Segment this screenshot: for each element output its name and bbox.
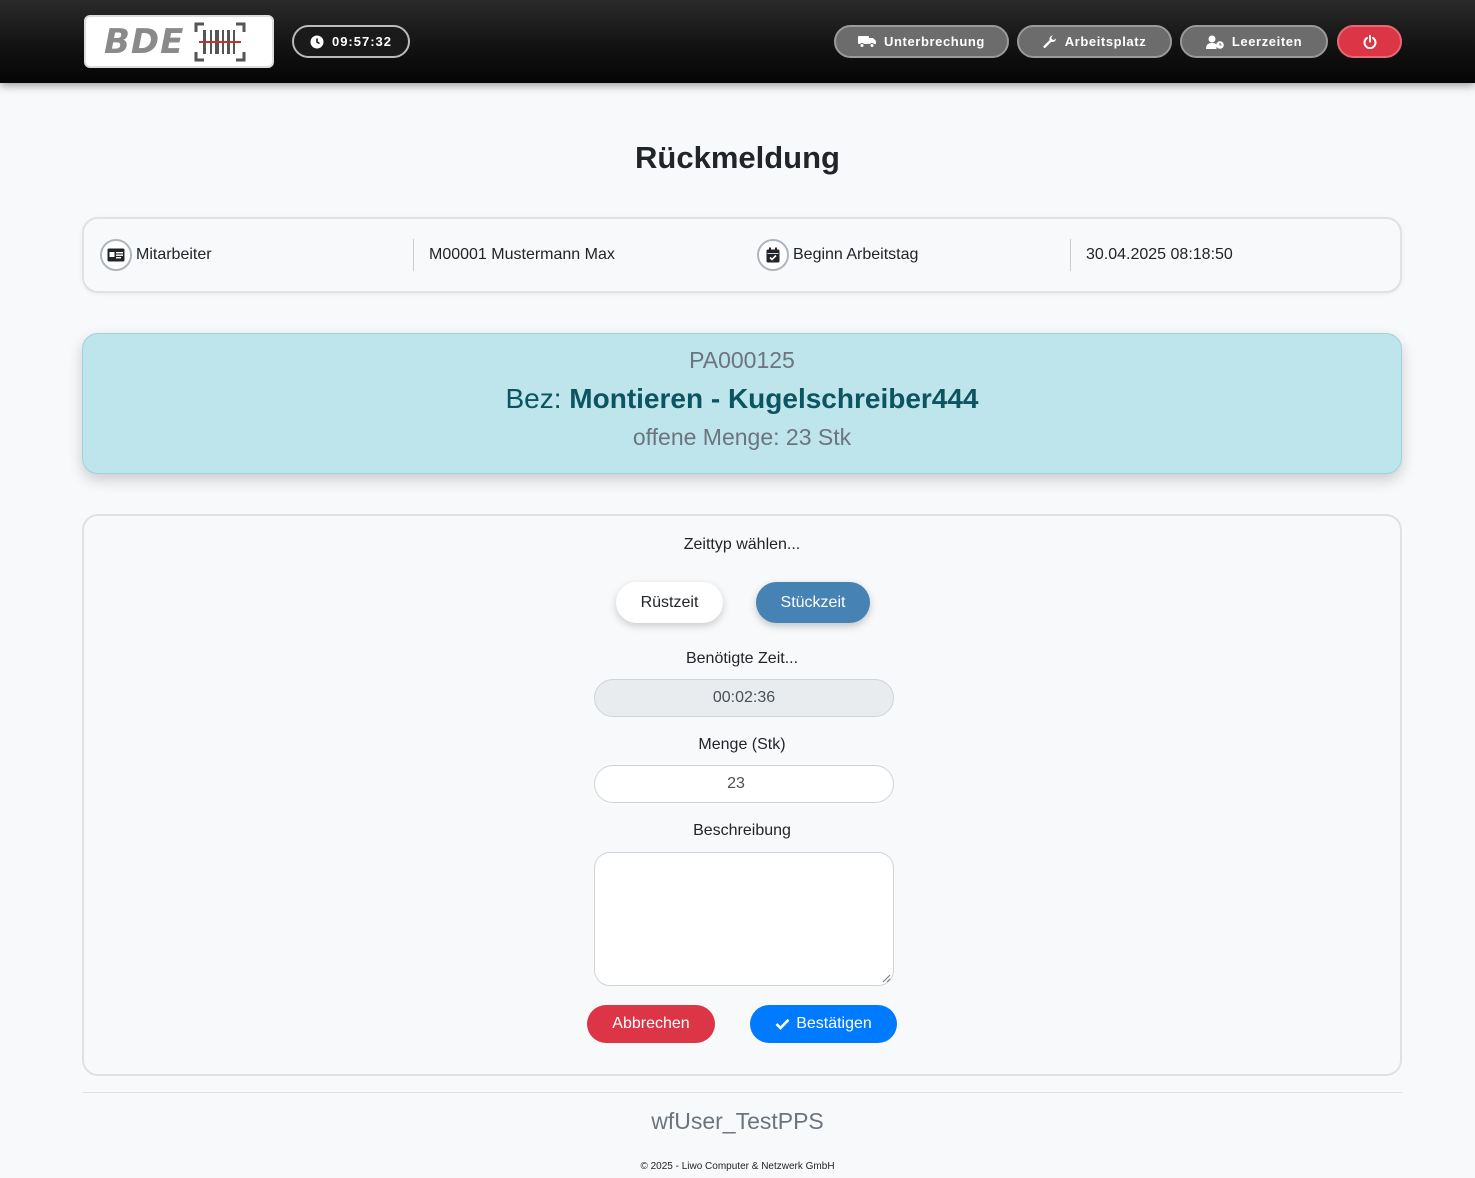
divider [413, 239, 414, 271]
confirm-label: Bestätigen [796, 1015, 872, 1032]
id-card-icon [100, 239, 132, 271]
interruption-button[interactable]: Unterbrechung [834, 25, 1009, 58]
calendar-check-icon [757, 239, 789, 271]
workplace-label: Arbeitsplatz [1064, 34, 1147, 49]
workday-label-cell: Beginn Arbeitstag [757, 219, 918, 291]
workday-value: 30.04.2025 08:18:50 [1086, 246, 1233, 263]
confirm-button[interactable]: Bestätigen [750, 1005, 897, 1043]
footer-copyright: © 2025 - Liwo Computer & Netzwerk GmbH [640, 1161, 835, 1172]
order-bez-value: Montieren - Kugelschreiber444 [569, 383, 979, 414]
clock-display: 09:57:32 [292, 25, 410, 58]
employee-label-cell: Mitarbeiter [100, 219, 212, 291]
required-time-label: Benötigte Zeit... [685, 650, 799, 667]
clock-icon [310, 35, 324, 48]
feedback-form: Zeittyp wählen... Rüstzeit Stückzeit Ben… [82, 514, 1402, 1076]
quantity-input[interactable]: 23 [594, 765, 894, 803]
employee-value: M00001 Mustermann Max [429, 246, 615, 263]
order-number: PA000125 [689, 347, 795, 373]
logout-button[interactable] [1337, 25, 1402, 58]
check-icon [775, 1018, 790, 1030]
divider [1070, 239, 1071, 271]
cancel-label: Abbrechen [612, 1015, 690, 1032]
order-card: PA000125 Bez: Montieren - Kugelschreiber… [82, 333, 1402, 474]
footer-user: wfUser_TestPPS [651, 1108, 824, 1134]
resize-handle-icon[interactable] [882, 974, 891, 983]
employee-label: Mitarbeiter [136, 246, 212, 263]
footer-divider [82, 1092, 1402, 1093]
description-label: Beschreibung [693, 822, 791, 839]
top-navbar: BDE 09:57:32 Unterbrechung Arbeitsplatz … [0, 0, 1475, 83]
employee-info-card: Mitarbeiter M00001 Mustermann Max Beginn… [82, 217, 1402, 293]
barcode-icon [194, 22, 246, 61]
bde-logo[interactable]: BDE [84, 15, 274, 68]
clock-time: 09:57:32 [331, 34, 393, 49]
truck-icon [858, 36, 876, 48]
quantity-label: Menge (Stk) [698, 736, 786, 753]
order-description: Bez: Montieren - Kugelschreiber444 [83, 383, 1401, 415]
power-icon [1363, 34, 1376, 49]
user-clock-icon [1205, 35, 1224, 49]
workday-label: Beginn Arbeitstag [793, 246, 919, 263]
wrench-icon [1043, 34, 1056, 48]
page-title: Rückmeldung [635, 140, 840, 175]
order-open-quantity: offene Menge: 23 Stk [632, 424, 852, 450]
piece-time-toggle[interactable]: Stückzeit [756, 582, 870, 623]
logo-text: BDE [104, 21, 185, 62]
cancel-button[interactable]: Abbrechen [587, 1005, 715, 1043]
order-bez-prefix: Bez: [505, 383, 562, 414]
required-time-field: 00:02:36 [594, 679, 894, 717]
interruption-label: Unterbrechung [884, 34, 985, 49]
time-type-label: Zeittyp wählen... [683, 536, 801, 553]
workplace-button[interactable]: Arbeitsplatz [1017, 25, 1172, 58]
idle-times-label: Leerzeiten [1231, 34, 1303, 49]
setup-time-toggle[interactable]: Rüstzeit [616, 582, 723, 623]
description-textarea[interactable] [594, 852, 894, 986]
idle-times-button[interactable]: Leerzeiten [1180, 25, 1328, 58]
